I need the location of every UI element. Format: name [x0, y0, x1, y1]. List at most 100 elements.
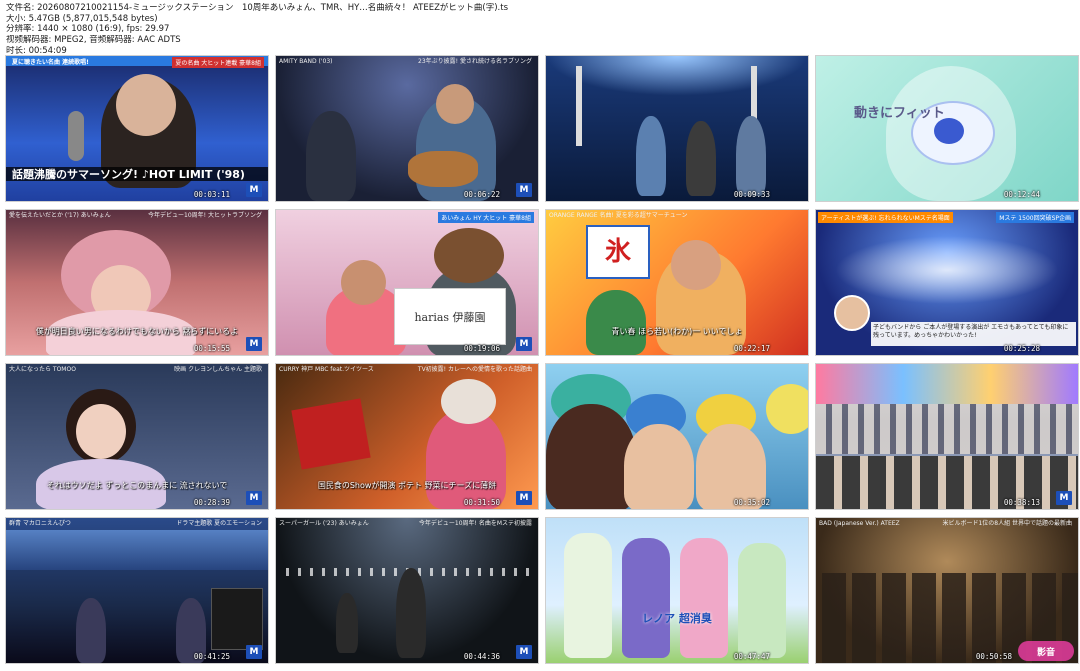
thumbnail[interactable]: 00:09:33 [545, 55, 809, 202]
drummer-figure [306, 111, 356, 201]
timestamp: 00:38:13 [1003, 498, 1040, 507]
product-core [934, 118, 964, 144]
band-member [636, 116, 666, 196]
file-size: 大小: 5.47GB (5,877,015,548 bytes) [6, 13, 158, 24]
timestamp: 00:31:50 [463, 498, 500, 507]
band-member [336, 593, 358, 653]
mstation-logo: M [516, 183, 532, 197]
thumbnail-grid: 夏に聴きたい名曲 連続歌唱! 夏の名曲 大ヒット連載 豪華8組 話題沸騰のサマー… [5, 55, 1079, 667]
bottle [622, 538, 670, 658]
segment-title: 米ビルボード1位の8人組 世界中で話題の最新曲 [942, 520, 1072, 527]
guest-head [341, 260, 386, 305]
thumbnail[interactable]: AMITY BAND ('03) 23年ぶり披露! 愛され続ける名ラブソング M… [275, 55, 539, 202]
singer-face [76, 404, 126, 459]
mstation-logo: M [516, 337, 532, 351]
bottle [738, 543, 786, 658]
thumbnail[interactable]: 大人になったら TOMOO 映画 クレヨンしんちゃん 主題歌 それはウソだよ ず… [5, 363, 269, 510]
ice-flag: 氷 [586, 225, 650, 279]
thumbnail[interactable]: 動きにフィット 00:12:44 [815, 55, 1079, 202]
thumbnail[interactable]: レノア 超消臭 00:47:47 [545, 517, 809, 664]
timestamp: 00:09:33 [733, 190, 770, 199]
timestamp: 00:19:06 [463, 344, 500, 353]
thumbnail[interactable]: 00:35:02 [545, 363, 809, 510]
stage-lights [546, 56, 808, 96]
timestamp: 00:41:25 [193, 652, 230, 661]
caption-bar: 話題沸騰のサマーソング! ♪HOT LIMIT ('98) [6, 167, 268, 181]
product-label: レノア 超消臭 [642, 612, 712, 625]
mstation-logo: M [246, 491, 262, 505]
lyric-caption: 僕が明日良い男になるわけでもないから 黙らずにいるよ [35, 327, 239, 336]
corner-badge: あいみょん HY 大ヒット 豪華8組 [438, 212, 534, 223]
afro-hair [434, 228, 504, 283]
lyric-caption: 国民食のShowが開演 ポテト 野菜にチーズに薄餅 [317, 481, 497, 490]
singer-head [671, 240, 721, 290]
lyric-caption: 青い春 ほら若い(わか)一 いいでしょ [611, 327, 743, 336]
bottle [680, 538, 728, 658]
corner-badge: Mステ 1500回突破SP企画 [996, 212, 1074, 223]
thumbnail[interactable]: スーパーガール ('23) あいみょん 今年デビュー10周年! 名曲をMステ初披… [275, 517, 539, 664]
timestamp: 00:06:22 [463, 190, 500, 199]
file-codec: 视频解码器: MPEG2, 音频解码器: AAC ADTS [6, 35, 181, 46]
thumbnail[interactable]: あいみょん HY 大ヒット 豪華8組 harias 伊藤園 M 00:19:06 [275, 209, 539, 356]
song-title: スーパーガール ('23) あいみょん [279, 520, 369, 527]
segment-title: ドラマ主題歌 夏のエモーション [176, 520, 262, 527]
singer-head [441, 379, 496, 424]
mstation-logo: M [516, 645, 532, 659]
corner-badge: 夏の名曲 大ヒット連載 豪華8組 [172, 57, 264, 68]
segment-title: 今年デビュー10周年! 大ヒットラブソング [148, 212, 262, 219]
comment-box: 子どもバンドから ご本人が登場する演出が エモさもあってとても印象に残っています… [871, 322, 1076, 346]
mstation-logo: M [246, 183, 262, 197]
thumbnail[interactable]: CURRY 神戸 MBC feat.ツイツース TV初披露! カレーへの愛情を歌… [275, 363, 539, 510]
timestamp: 00:47:47 [733, 652, 770, 661]
mstation-logo: M [1056, 491, 1072, 505]
mstation-logo: M [246, 337, 262, 351]
segment-banner: アーティストが選ぶ! 忘れられないMステ名場面 [818, 212, 953, 223]
thumbnail[interactable]: アーティストが選ぶ! 忘れられないMステ名場面 Mステ 1500回突破SP企画 … [815, 209, 1079, 356]
microphone-icon [68, 111, 84, 161]
sponsor-card: harias 伊藤園 [394, 288, 506, 345]
song-title: BAD (Japanese Ver.) ATEEZ [819, 520, 900, 527]
audience-rows [816, 404, 1078, 454]
timestamp: 00:28:39 [193, 498, 230, 507]
segment-title: TV初披露! カレーへの愛情を歌った話題曲 [417, 366, 532, 373]
sky-backdrop [6, 530, 268, 570]
mstation-logo: M [516, 491, 532, 505]
song-title: 大人になったら TOMOO [9, 366, 76, 373]
thumbnail[interactable]: BAD (Japanese Ver.) ATEEZ 米ビルボード1位の8人組 世… [815, 517, 1079, 664]
segment-title: 今年デビュー10周年! 名曲をMステ初披露 [418, 520, 532, 527]
swimmer-figure [546, 404, 636, 509]
timestamp: 00:15:55 [193, 344, 230, 353]
thumbnail[interactable]: 愛を伝えたいだとか ('17) あいみょん 今年デビュー10周年! 大ヒットラブ… [5, 209, 269, 356]
timestamp: 00:50:58 [975, 652, 1012, 661]
segment-title: 23年ぶり披露! 愛され続ける名ラブソング [418, 58, 532, 65]
singer-head [116, 74, 176, 136]
file-name: 文件名: 20260807210021154-ミュージックステーション 10周年… [6, 3, 509, 13]
palm-tree-trunk [576, 66, 582, 146]
mstation-logo: M [246, 645, 262, 659]
commentator-avatar [834, 295, 870, 331]
timestamp: 00:12:44 [1003, 190, 1040, 199]
song-title: ORANGE RANGE 名曲! 夏を彩る超サマーチューン [549, 212, 688, 219]
singer-figure [396, 568, 426, 658]
stage-prop [291, 398, 371, 470]
file-info-panel: 文件名: 20260807210021154-ミュージックステーション 10周年… [6, 3, 726, 57]
thumbnail[interactable]: 群青 マカロニえんぴつ ドラマ主題歌 夏のエモーション M 00:41:25 [5, 517, 269, 664]
file-resolution: 分辨率: 1440 × 1080 (16:9), fps: 29.97 [6, 24, 170, 35]
band-member [736, 116, 766, 196]
song-title: CURRY 神戸 MBC feat.ツイツース [279, 366, 374, 373]
thumbnail[interactable]: M 00:38:13 [815, 363, 1079, 510]
song-title: AMITY BAND ('03) [279, 58, 333, 65]
timestamp: 00:03:11 [193, 190, 230, 199]
swim-cap [766, 384, 808, 434]
lyric-caption: それはウソだよ ずっとこのまんまに 流されないで [46, 481, 228, 490]
band-member [76, 598, 106, 663]
site-watermark: 影音 [1018, 641, 1074, 661]
thumbnail[interactable]: ORANGE RANGE 名曲! 夏を彩る超サマーチューン 氷 青い春 ほら若い… [545, 209, 809, 356]
led-backdrop [816, 364, 1078, 404]
timestamp: 00:44:36 [463, 652, 500, 661]
thumbnail[interactable]: 夏に聴きたい名曲 連続歌唱! 夏の名曲 大ヒット連載 豪華8組 話題沸騰のサマー… [5, 55, 269, 202]
amp-cabinet [211, 588, 263, 650]
guitarist-head [436, 84, 474, 124]
singer-figure [426, 409, 506, 509]
timestamp: 00:22:17 [733, 344, 770, 353]
